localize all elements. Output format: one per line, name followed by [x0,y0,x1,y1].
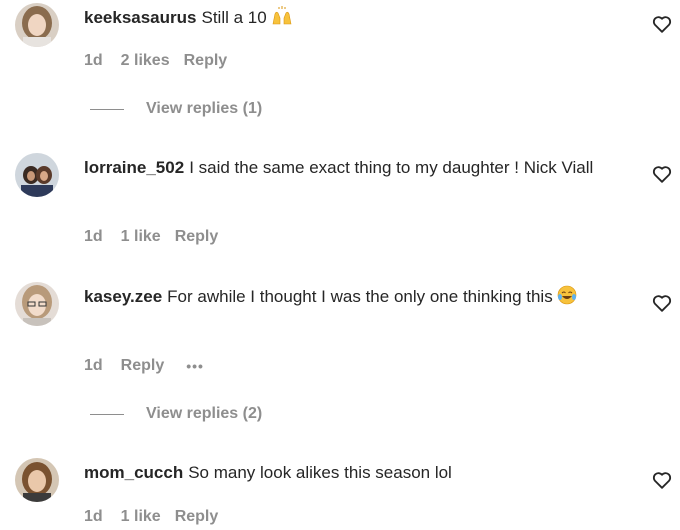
heart-outline-icon[interactable] [651,292,673,314]
comment-meta: 1d 1 like Reply [84,228,218,246]
raising-hands-emoji-icon [271,6,293,33]
comment-time: 1d [84,357,103,374]
comment-meta: 1d Reply ••• [84,357,204,375]
avatar[interactable] [15,3,59,47]
divider-line [90,413,124,415]
reply-button[interactable]: Reply [175,508,219,526]
comment-username[interactable]: mom_cucch [84,463,183,482]
like-count-link[interactable]: 1 like [121,508,161,526]
comment-time: 1d [84,508,103,525]
heart-outline-icon[interactable] [651,469,673,491]
comment-time: 1d [84,228,103,245]
comment-username[interactable]: keeksasaurus [84,8,196,27]
reply-button[interactable]: Reply [175,228,219,246]
comment-username[interactable]: lorraine_502 [84,158,184,177]
heart-outline-icon[interactable] [651,13,673,35]
comment-text: For awhile I thought I was the only one … [167,287,553,306]
comment-meta: 1d 1 like Reply [84,508,218,526]
comment-text: Still a 10 [201,8,267,27]
view-replies-label: View replies (1) [146,100,263,117]
comment-meta: 1d 2 likes Reply [84,52,227,70]
like-count-link[interactable]: 2 likes [121,52,170,70]
heart-outline-icon[interactable] [651,163,673,185]
avatar[interactable] [15,153,59,197]
tears-of-joy-emoji-icon [557,285,577,312]
comment-text: So many look alikes this season lol [188,463,452,482]
comment-text: I said the same exact thing to my daught… [189,158,594,177]
divider-line [90,108,124,110]
view-replies-button[interactable]: View replies (1) [90,100,262,118]
comment-username[interactable]: kasey.zee [84,287,162,306]
avatar[interactable] [15,282,59,326]
more-options-button[interactable]: ••• [186,358,204,374]
comment-time: 1d [84,52,103,69]
like-count-link[interactable]: 1 like [121,228,161,246]
avatar[interactable] [15,458,59,502]
reply-button[interactable]: Reply [184,52,228,70]
reply-button[interactable]: Reply [121,357,165,375]
view-replies-label: View replies (2) [146,405,263,422]
view-replies-button[interactable]: View replies (2) [90,405,262,423]
